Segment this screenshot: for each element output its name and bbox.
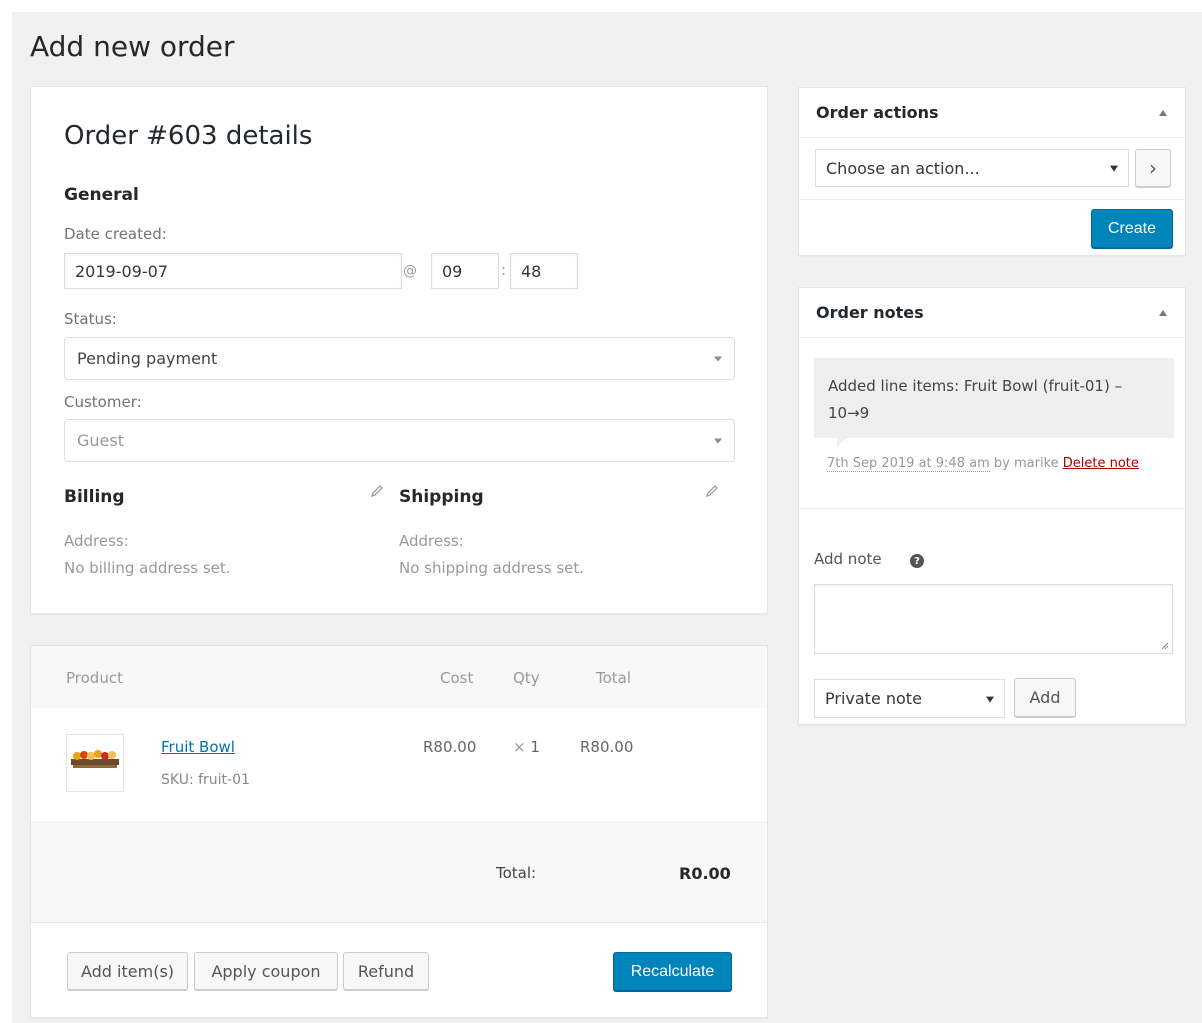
delete-note-link[interactable]: Delete note [1063, 456, 1139, 471]
qty-value: 1 [530, 738, 540, 756]
shipping-address-value: No shipping address set. [399, 559, 585, 577]
add-note-label: Add note [814, 550, 882, 568]
order-actions-box: Order actions Choose an action... › Crea… [798, 87, 1186, 256]
refund-button[interactable]: Refund [343, 952, 429, 990]
add-note-button[interactable]: Add [1014, 678, 1076, 717]
column-header-total: Total [596, 669, 632, 687]
note-text: Added line items: Fruit Bowl (fruit-01) … [828, 377, 1123, 422]
order-heading: Order #603 details [64, 121, 313, 151]
shipping-edit-pencil-icon[interactable] [704, 483, 720, 499]
totals-area [31, 823, 767, 922]
order-notes-divider [799, 508, 1185, 509]
add-items-button[interactable]: Add item(s) [67, 952, 188, 990]
chevron-down-icon [714, 438, 722, 443]
order-notes-header-divider [799, 337, 1185, 338]
order-total-value: R0.00 [679, 864, 731, 883]
order-actions-header-divider [799, 137, 1185, 138]
billing-edit-pencil-icon[interactable] [369, 483, 385, 499]
note-bubble-tail [837, 438, 846, 447]
caret-down-icon [986, 696, 994, 703]
order-total-label: Total: [496, 864, 537, 882]
item-qty: × 1 [513, 738, 540, 756]
date-created-label: Date created: [64, 225, 167, 243]
collapse-arrow-icon[interactable] [1159, 110, 1167, 116]
customer-select-value: Guest [77, 431, 124, 450]
order-action-select[interactable]: Choose an action... [815, 149, 1129, 187]
time-colon: : [501, 261, 507, 279]
apply-coupon-button[interactable]: Apply coupon [194, 952, 338, 990]
order-details-box: Order #603 details General Date created:… [30, 86, 768, 614]
status-select-value: Pending payment [77, 349, 218, 368]
product-thumbnail[interactable] [66, 734, 124, 792]
qty-multiply-sign: × [513, 738, 526, 756]
recalculate-button[interactable]: Recalculate [613, 952, 732, 991]
order-notes-box: Order notes Added line items: Fruit Bowl… [798, 287, 1186, 725]
order-actions-footer-divider [799, 199, 1185, 200]
note-date: 7th Sep 2019 at 9:48 am [827, 456, 990, 472]
items-header-row [31, 646, 767, 708]
order-notes-title: Order notes [816, 303, 924, 322]
item-cost: R80.00 [423, 738, 477, 756]
totals-divider [31, 922, 767, 923]
item-total: R80.00 [580, 738, 634, 756]
hour-input[interactable]: 09 [431, 253, 499, 289]
column-header-product: Product [66, 669, 123, 687]
help-icon[interactable]: ? [910, 554, 924, 568]
at-separator: @ [403, 263, 417, 279]
note-meta: 7th Sep 2019 at 9:48 am by marike Delete… [827, 456, 1139, 472]
order-actions-title: Order actions [816, 103, 939, 122]
billing-address-label: Address: [64, 532, 129, 550]
status-label: Status: [64, 310, 117, 328]
chevron-down-icon [714, 356, 722, 361]
shipping-address-label: Address: [399, 532, 464, 550]
product-name-link[interactable]: Fruit Bowl [161, 738, 235, 756]
page-canvas: Add new order Order #603 details General… [12, 12, 1202, 1023]
add-note-textarea[interactable] [814, 584, 1173, 654]
note-author: by marike [993, 456, 1059, 471]
order-action-go-button[interactable]: › [1135, 149, 1171, 187]
fruit-bowl-image [71, 750, 119, 768]
billing-address-value: No billing address set. [64, 559, 231, 577]
sku-label: SKU: [161, 772, 194, 788]
shipping-heading: Shipping [399, 487, 484, 507]
general-heading: General [64, 185, 139, 205]
date-created-input[interactable]: 2019-09-07 [64, 253, 402, 289]
resize-handle-icon[interactable] [1159, 640, 1169, 650]
status-select[interactable]: Pending payment [64, 337, 735, 380]
caret-down-icon [1110, 165, 1118, 172]
note-type-select-value: Private note [825, 689, 922, 708]
column-header-qty: Qty [513, 669, 540, 687]
order-action-select-value: Choose an action... [826, 158, 980, 178]
customer-select[interactable]: Guest [64, 419, 735, 462]
note-type-select[interactable]: Private note [814, 679, 1005, 718]
help-icon-glyph: ? [914, 555, 920, 567]
column-header-cost: Cost [440, 669, 474, 687]
customer-label: Customer: [64, 393, 142, 411]
create-button[interactable]: Create [1091, 209, 1173, 248]
page-title: Add new order [30, 30, 235, 63]
minute-input[interactable]: 48 [510, 253, 578, 289]
sku-value: fruit-01 [198, 772, 250, 788]
collapse-arrow-icon[interactable] [1159, 310, 1167, 316]
note-bubble: Added line items: Fruit Bowl (fruit-01) … [814, 358, 1174, 438]
billing-heading: Billing [64, 487, 125, 507]
product-sku: SKU: fruit-01 [161, 772, 250, 788]
order-items-box: Product Cost Qty Total Fruit Bowl SKU: f… [30, 645, 768, 1018]
